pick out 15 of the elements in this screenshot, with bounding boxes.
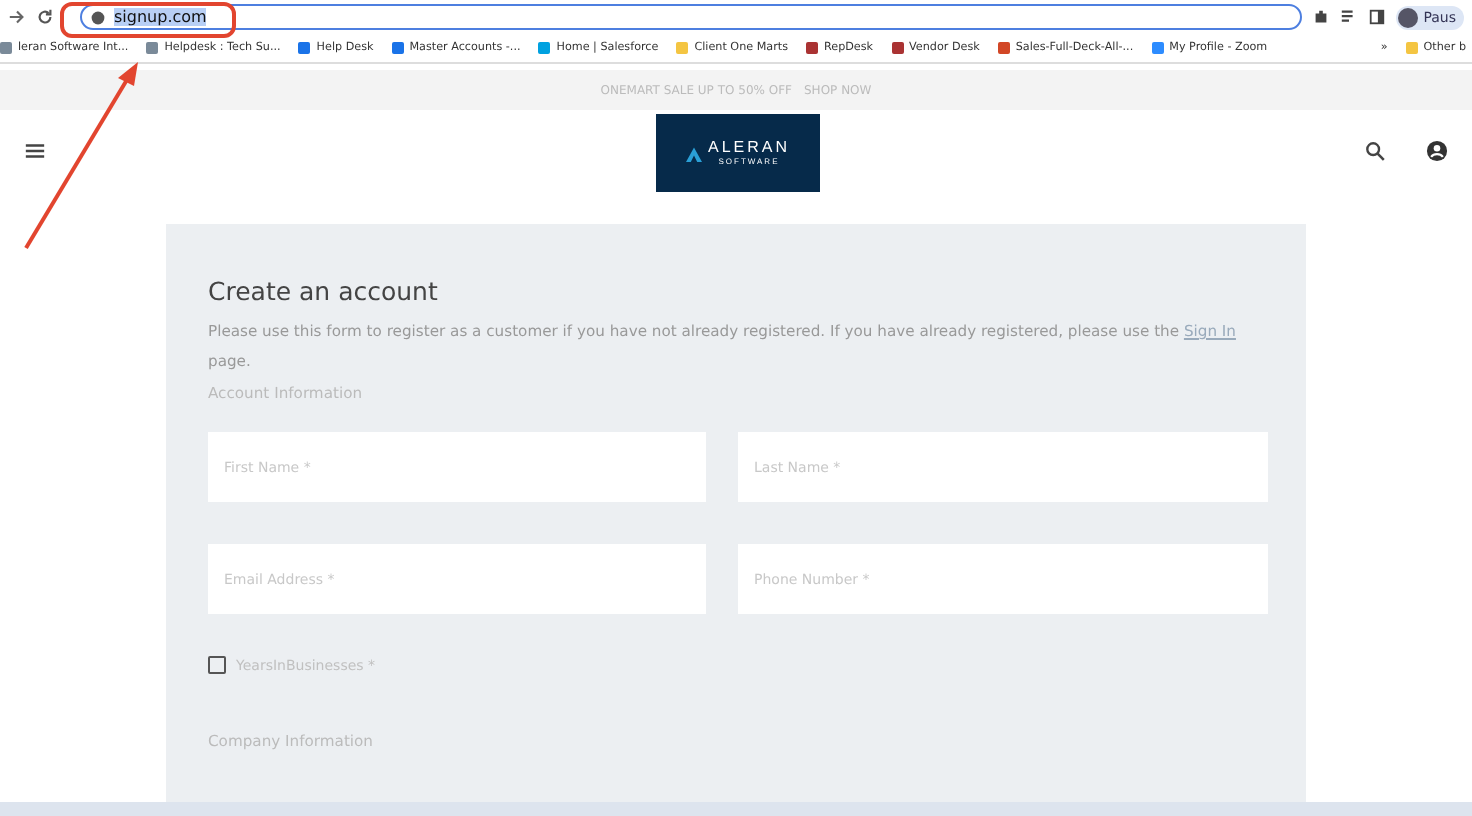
url-text: signup.com — [114, 8, 207, 26]
logo-name: ALERAN — [707, 140, 790, 156]
side-panel-icon[interactable] — [1367, 8, 1386, 26]
extensions-icon[interactable] — [1311, 8, 1330, 26]
checkbox[interactable] — [208, 656, 226, 674]
address-bar[interactable]: signup.com — [80, 4, 1302, 30]
menu-icon[interactable] — [24, 139, 46, 161]
search-icon[interactable] — [1364, 139, 1386, 161]
media-queue-icon[interactable] — [1339, 8, 1358, 26]
form-title: Create an account — [208, 276, 440, 306]
account-icon[interactable] — [1426, 139, 1448, 161]
site-info-icon[interactable] — [90, 9, 106, 25]
reload-icon[interactable] — [36, 8, 54, 26]
logo-mark-icon — [685, 145, 702, 161]
forward-icon[interactable] — [8, 8, 26, 26]
